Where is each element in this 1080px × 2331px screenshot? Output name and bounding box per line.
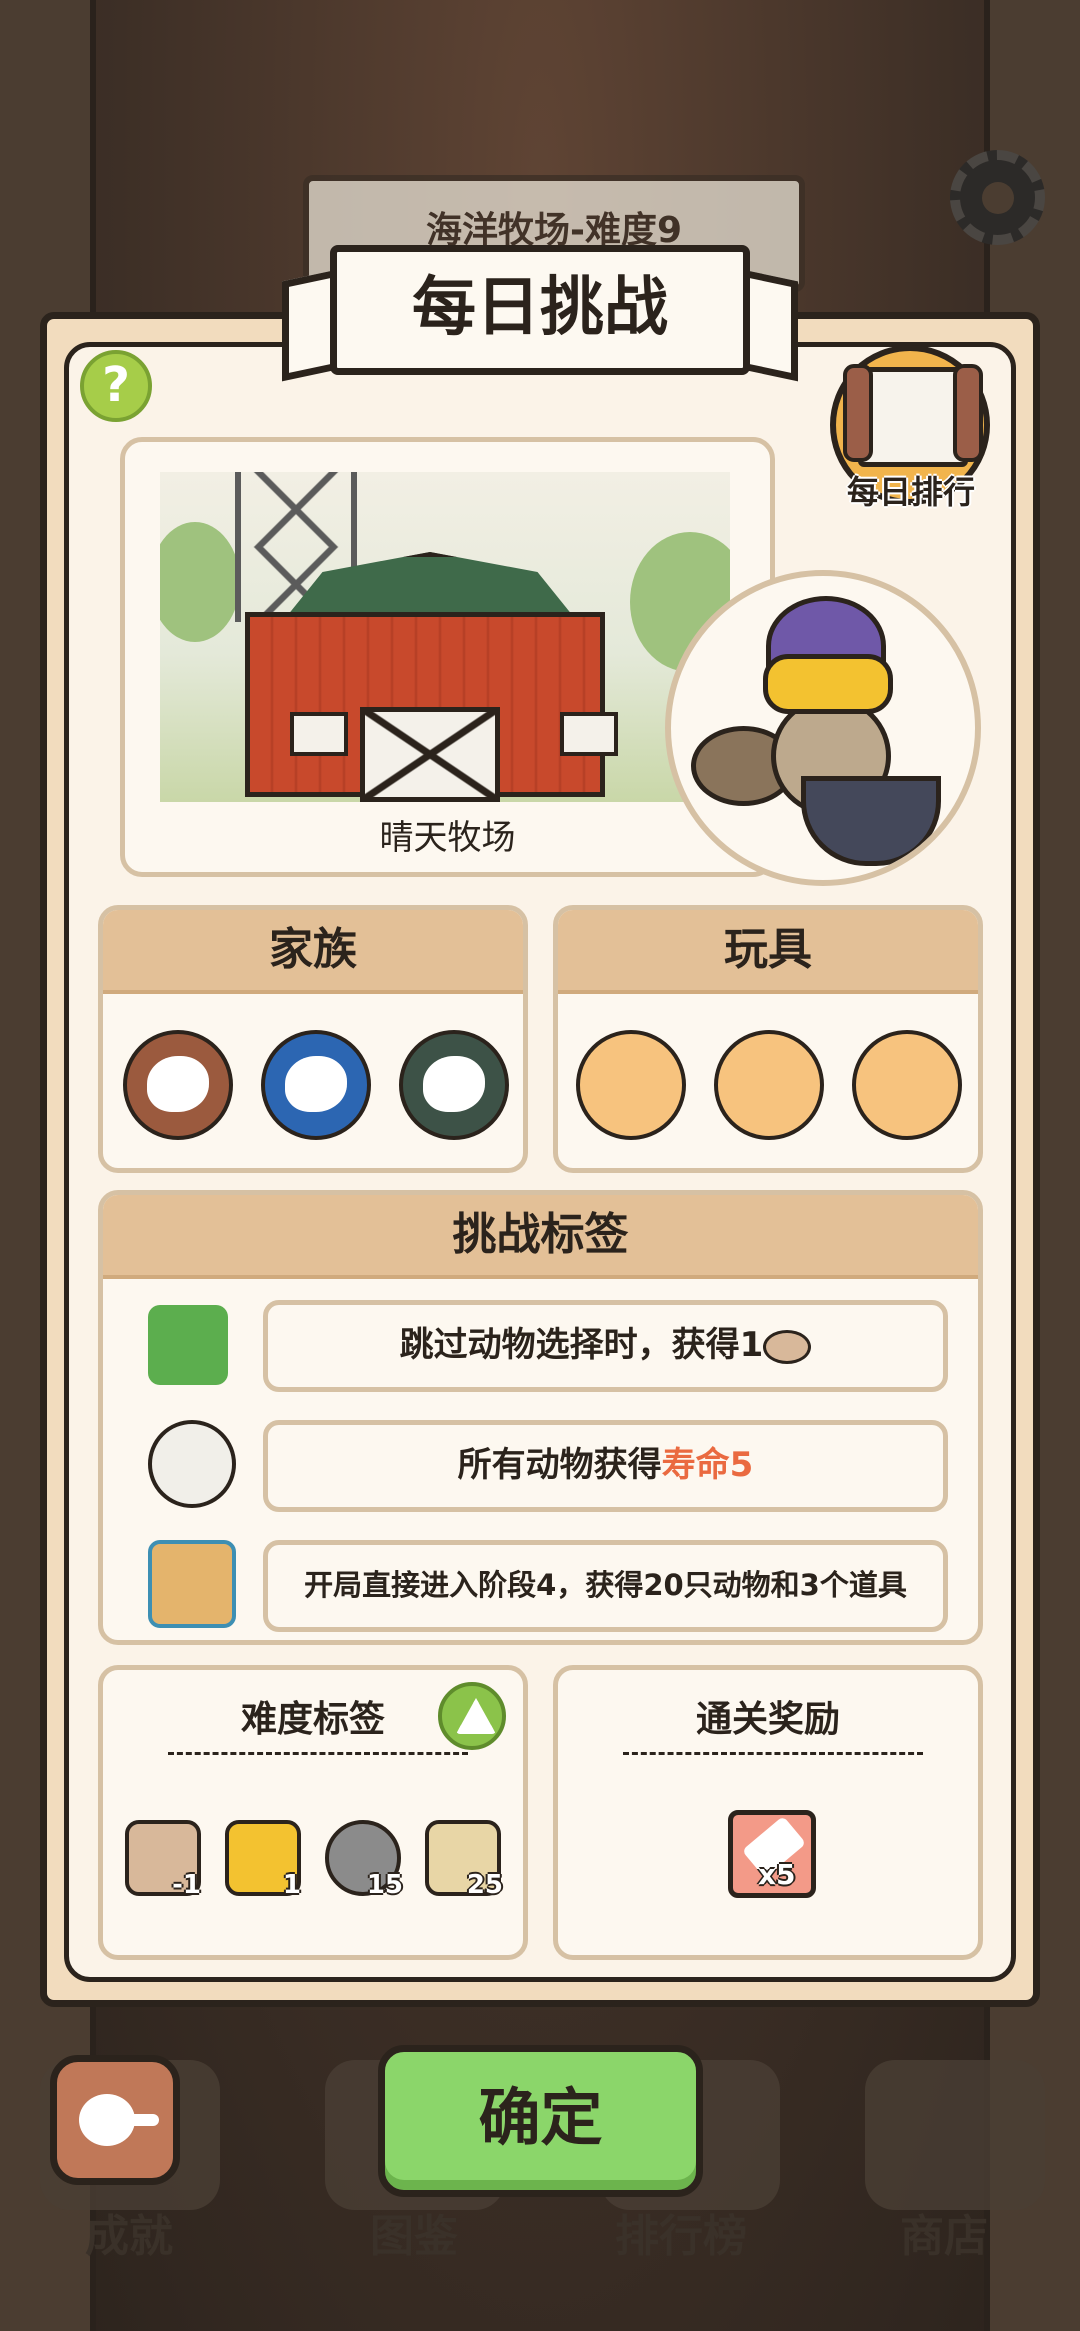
toy-header: 玩具 [558, 910, 978, 994]
tree [160, 522, 240, 642]
challenge-tag-3: 开局直接进入阶段4，获得20只动物和3个道具 [263, 1540, 948, 1632]
difficulty-value-4: 25 [466, 1870, 503, 1900]
recycle-bin-icon [148, 1305, 228, 1385]
lifespan-icon [148, 1420, 236, 1508]
reward-count: x5 [758, 1858, 796, 1891]
boss-portrait [665, 570, 981, 886]
reward-section: 通关奖励 x5 [553, 1665, 983, 1960]
daily-ranking-button[interactable]: 每日排行 [820, 345, 1002, 515]
toy-wand-icon[interactable] [576, 1030, 686, 1140]
difficulty-up-icon[interactable] [438, 1682, 506, 1750]
reward-title: 通关奖励 [695, 1699, 840, 1740]
family-icon-blue[interactable] [261, 1030, 371, 1140]
difficulty-value-1: -1 [172, 1870, 201, 1900]
difficulty-section: 难度标签 -1 1 15 25 [98, 1665, 528, 1960]
difficulty-value-3: 15 [366, 1870, 403, 1900]
daily-ranking-label: 每日排行 [846, 473, 975, 511]
scroll-icon [843, 364, 983, 467]
toy-doll-icon[interactable] [852, 1030, 962, 1140]
map-image [160, 472, 730, 802]
family-section: 家族 [98, 905, 528, 1173]
challenge-tag-2: 所有动物获得寿命5 [263, 1420, 948, 1512]
back-button[interactable] [50, 2055, 180, 2185]
nav-label-achievement: 成就 [85, 2211, 173, 2262]
barn-door [360, 707, 500, 802]
barn-window [560, 712, 618, 756]
divider [623, 1752, 923, 1755]
family-icon-green[interactable] [399, 1030, 509, 1140]
challenge-tag-2-text: 所有动物获得 [457, 1445, 662, 1485]
nav-label-book: 图鉴 [370, 2211, 458, 2262]
barn-window [290, 712, 348, 756]
divider [168, 1752, 468, 1755]
challenge-section: 挑战标签 跳过动物选择时，获得1 所有动物获得寿命5 开局直接进入阶段4，获得2… [98, 1190, 983, 1645]
can-icon [763, 1329, 812, 1364]
nav-label-ranking: 排行榜 [615, 2211, 747, 2262]
challenge-header: 挑战标签 [103, 1195, 978, 1279]
help-icon[interactable]: ? [80, 350, 152, 422]
difficulty-value-2: 1 [282, 1870, 301, 1900]
challenge-tag-2-highlight: 寿命5 [661, 1445, 754, 1485]
family-icon-brown[interactable] [123, 1030, 233, 1140]
shop-nav-icon[interactable] [865, 2060, 1045, 2210]
challenge-tag-1: 跳过动物选择时，获得1 [263, 1300, 948, 1392]
confirm-button[interactable]: 确定 [378, 2045, 703, 2197]
boss-bowl [801, 776, 941, 866]
challenge-tag-1-text: 跳过动物选择时，获得1 [399, 1325, 764, 1365]
boss-goggles [763, 654, 893, 714]
gear-icon[interactable] [950, 150, 1045, 245]
nav-label-shop: 商店 [900, 2211, 988, 2262]
toy-section: 玩具 [553, 905, 983, 1173]
map-name: 晴天牧场 [379, 818, 516, 858]
dialog-title: 每日挑战 [330, 245, 750, 375]
toy-jar-icon[interactable] [714, 1030, 824, 1140]
family-header: 家族 [103, 910, 523, 994]
board-icon [148, 1540, 236, 1628]
